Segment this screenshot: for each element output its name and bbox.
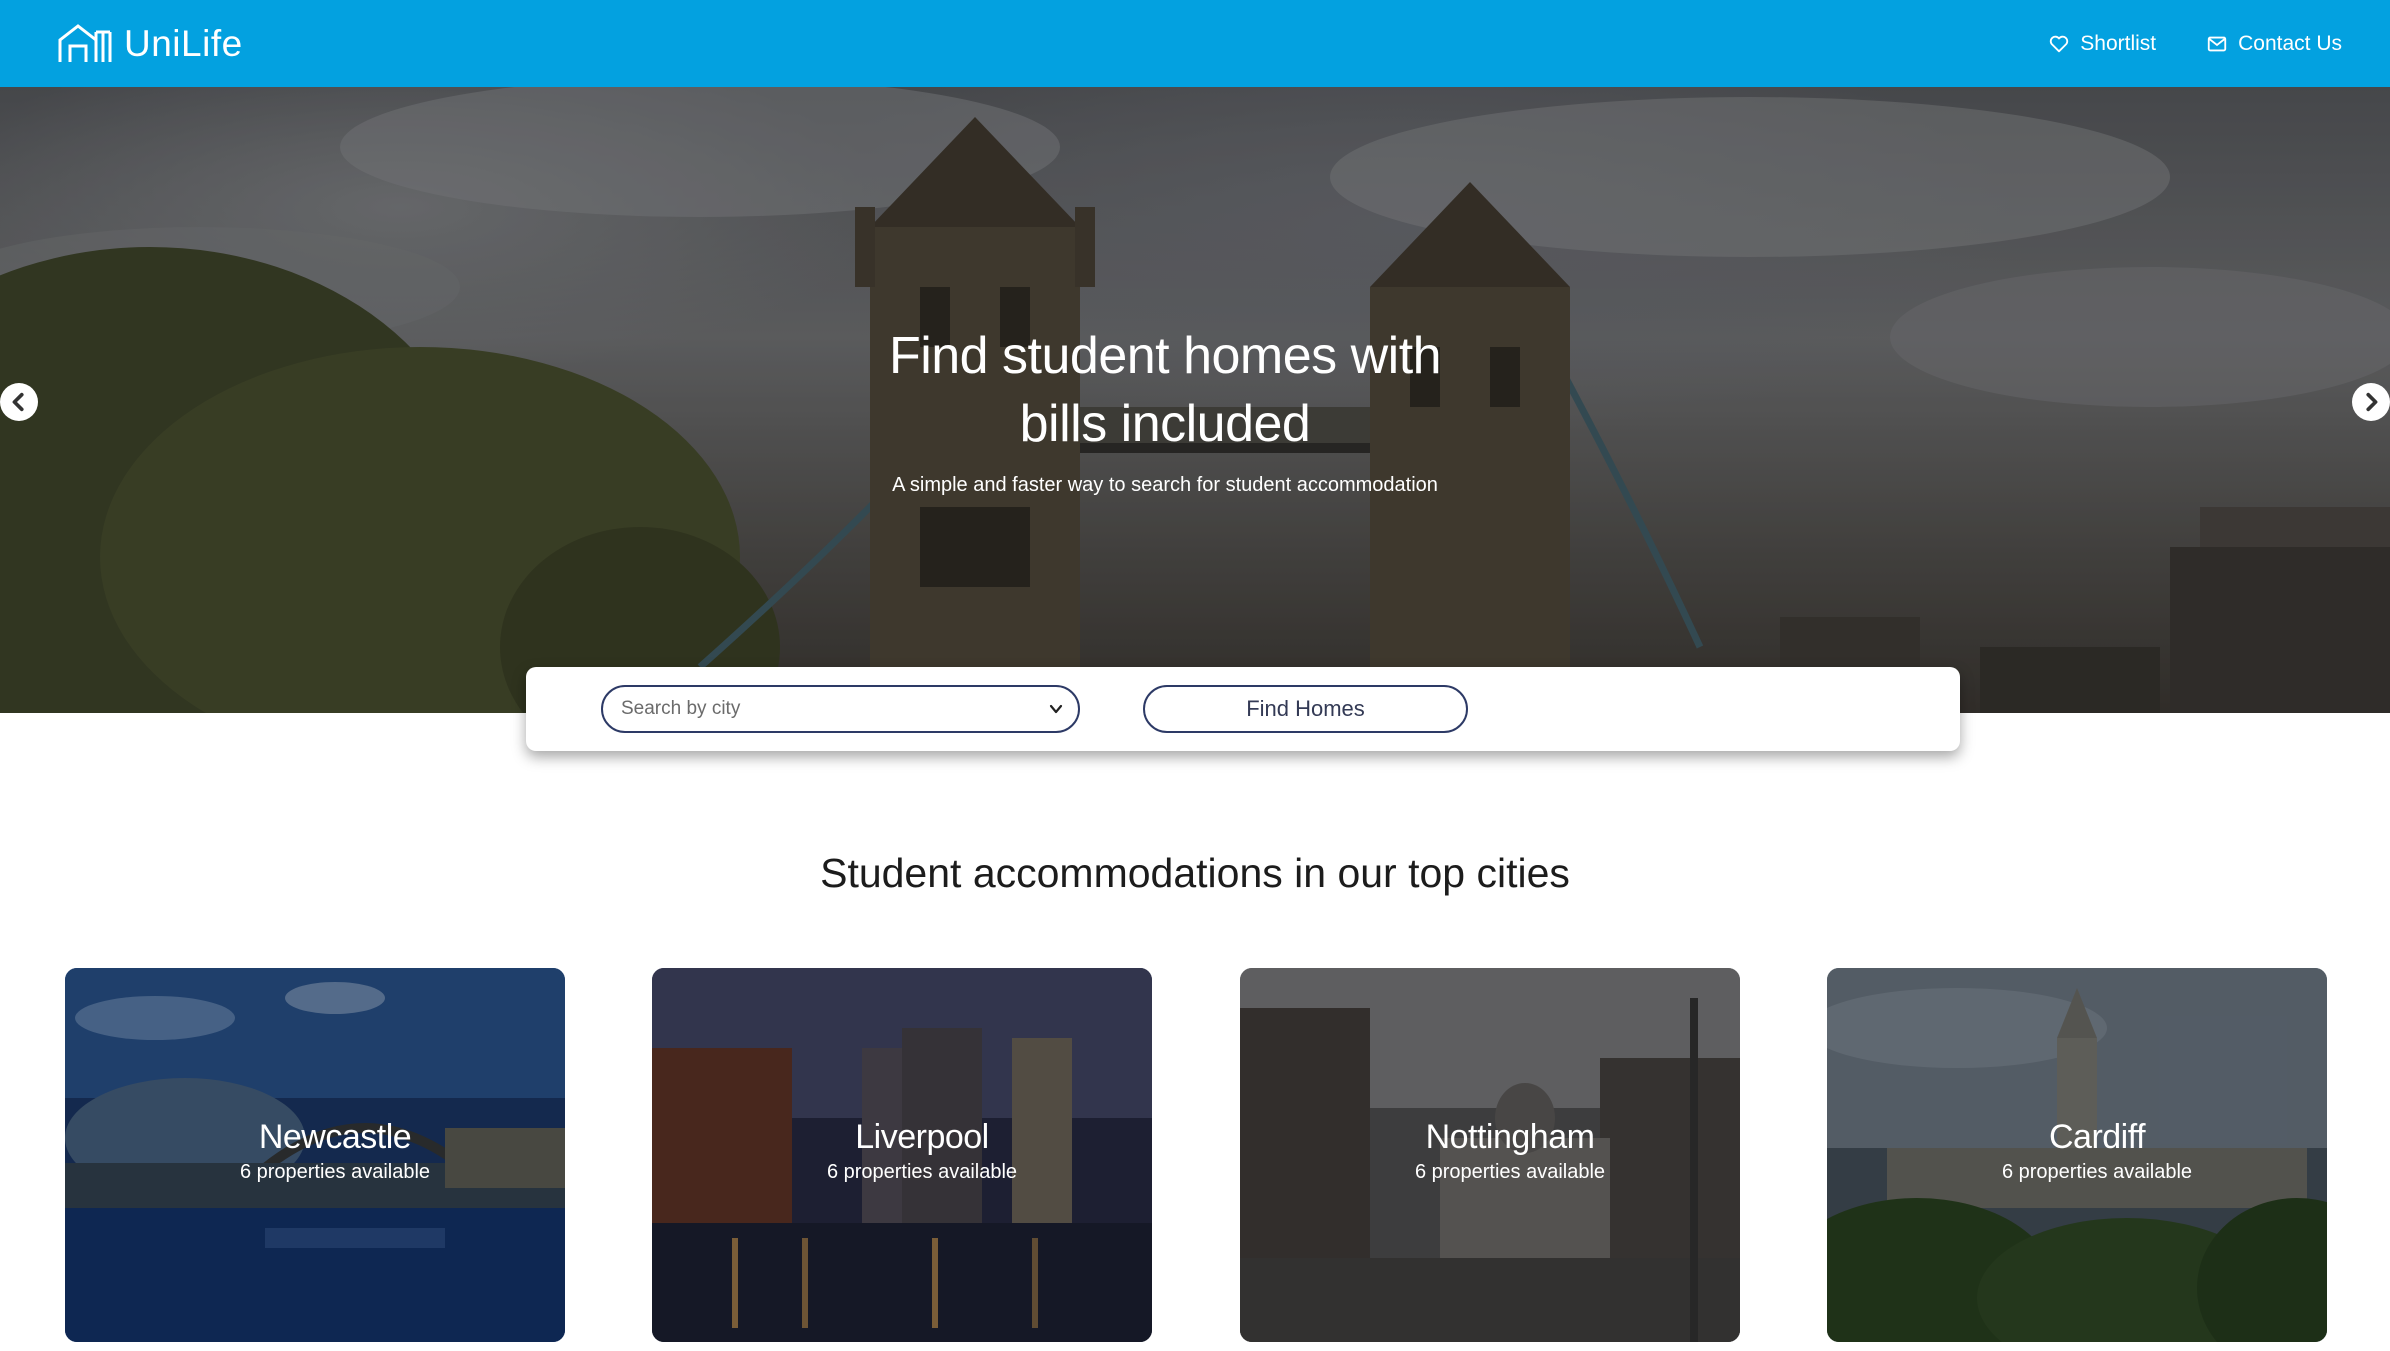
chevron-left-icon (12, 392, 24, 412)
contact-us-label: Contact Us (2238, 31, 2342, 55)
card-text: Nottingham 6 properties available (1240, 1118, 1740, 1184)
city-name: Nottingham (1425, 1118, 1595, 1156)
card-text: Newcastle 6 properties available (65, 1118, 565, 1184)
property-count: 6 properties available (239, 1161, 431, 1183)
city-search-placeholder: Search by city (621, 698, 741, 719)
hero-text: Find student homes with bills included A… (0, 322, 2330, 497)
shortlist-label: Shortlist (2080, 31, 2157, 55)
nav-links: Shortlist Contact Us (2048, 32, 2342, 56)
find-homes-button[interactable]: Find Homes (1143, 685, 1468, 733)
city-card-nottingham[interactable]: Nottingham 6 properties available (1240, 968, 1740, 1342)
property-count: 6 properties available (1414, 1161, 1606, 1183)
hero-title: Find student homes with bills included (888, 327, 1442, 453)
card-text: Liverpool 6 properties available (652, 1118, 1152, 1184)
hero-carousel: Find student homes with bills included A… (0, 87, 2390, 713)
brand-name: UniLife (124, 22, 243, 64)
top-cities-heading: Student accommodations in our top cities (820, 850, 1570, 896)
chevron-down-icon (1049, 704, 1063, 714)
shortlist-link[interactable]: Shortlist (2048, 32, 2156, 56)
carousel-next-button[interactable] (2352, 383, 2390, 421)
hero-subtitle: A simple and faster way to search for st… (892, 474, 1438, 496)
top-navbar: UniLife Shortlist Contact Us (0, 0, 2390, 87)
city-card-liverpool[interactable]: Liverpool 6 properties available (652, 968, 1152, 1342)
heart-icon (2050, 35, 2069, 52)
contact-us-link[interactable]: Contact Us (2206, 32, 2342, 56)
search-panel: Search by city Find Homes (526, 667, 1960, 751)
property-count: 6 properties available (2001, 1161, 2193, 1183)
city-name: Cardiff (2048, 1118, 2146, 1156)
city-name: Liverpool (855, 1118, 989, 1156)
city-card-cardiff[interactable]: Cardiff 6 properties available (1827, 968, 2327, 1342)
chevron-right-icon (2366, 392, 2378, 412)
brand[interactable]: UniLife (56, 22, 243, 66)
city-search-select[interactable]: Search by city (601, 685, 1080, 733)
card-text: Cardiff 6 properties available (1827, 1118, 2327, 1184)
carousel-prev-button[interactable] (0, 383, 38, 421)
property-count: 6 properties available (826, 1161, 1018, 1183)
house-logo-icon (58, 23, 112, 62)
city-name: Newcastle (258, 1118, 412, 1156)
city-cards: Newcastle 6 properties available Liverpo… (65, 968, 2327, 1343)
city-card-newcastle[interactable]: Newcastle 6 properties available (65, 968, 565, 1342)
mail-icon (2207, 36, 2227, 51)
